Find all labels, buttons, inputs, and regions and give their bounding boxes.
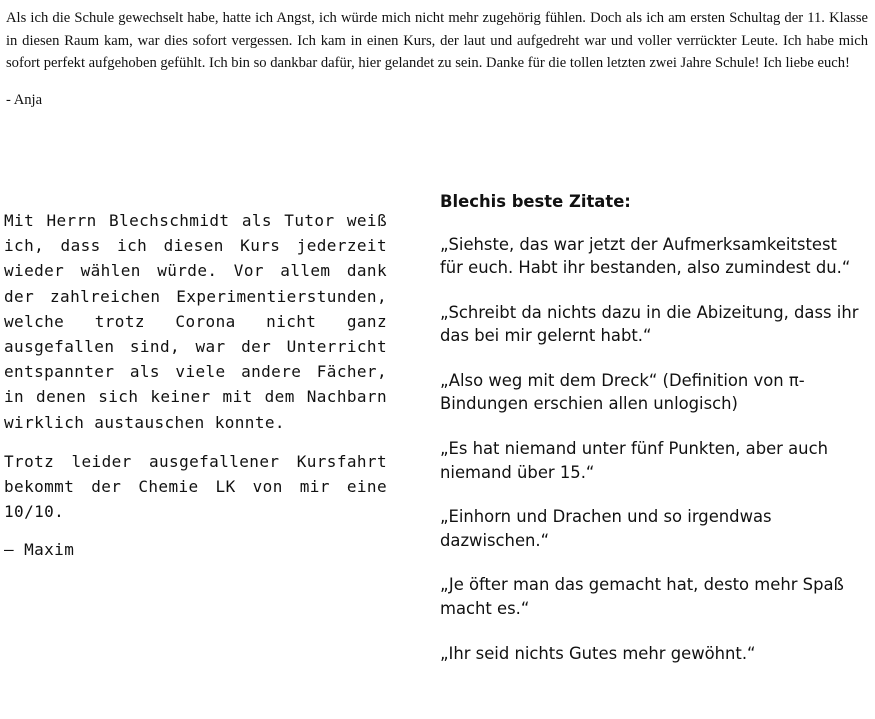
anja-testimonial: Als ich die Schule gewechselt habe, hatt… — [6, 7, 868, 111]
quote-item: „Je öfter man das gemacht hat, desto meh… — [440, 575, 844, 618]
anja-testimonial-text: Als ich die Schule gewechselt habe, hatt… — [6, 10, 868, 71]
anja-signature: - Anja — [6, 91, 43, 108]
maxim-testimonial-paragraph-2: Trotz leider ausgefallener Kursfahrt bek… — [4, 451, 387, 522]
quote-item: „Schreibt da nichts dazu in die Abizeitu… — [440, 303, 859, 346]
quote-list: „Siehste, das war jetzt der Aufmerksamke… — [440, 233, 860, 665]
quote-item: „Siehste, das war jetzt der Aufmerksamke… — [440, 235, 851, 278]
quotes-section: Blechis beste Zitate: „Siehste, das war … — [440, 190, 860, 686]
maxim-testimonial-paragraph-1: Mit Herrn Blechschmidt als Tutor weiß ic… — [4, 211, 387, 432]
quote-item: „Einhorn und Drachen und so irgendwas da… — [440, 507, 772, 550]
quote-item: „Es hat niemand unter fünf Punkten, aber… — [440, 439, 828, 482]
quote-item: „Ihr seid nichts Gutes mehr gewöhnt.“ — [440, 643, 756, 663]
maxim-signature: – Maxim — [4, 540, 75, 560]
quote-item: „Also weg mit dem Dreck“ (Definition von… — [440, 371, 805, 414]
quotes-heading: Blechis beste Zitate: — [440, 192, 631, 211]
maxim-testimonial: Mit Herrn Blechschmidt als Tutor weiß ic… — [4, 208, 387, 563]
